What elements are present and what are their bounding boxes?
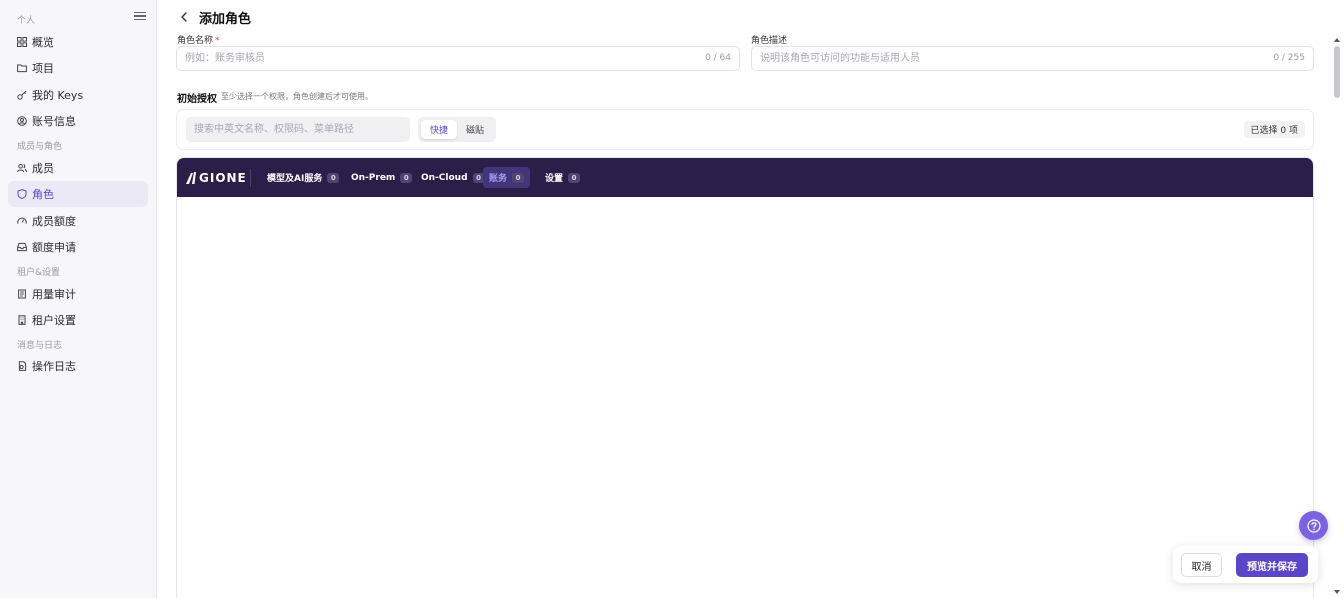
sidebar-item-label: 用量审计 [32, 288, 76, 301]
sidebar-item-roles[interactable]: 角色 [8, 181, 148, 207]
sidebar-item-usage-audit[interactable]: 用量审计 [8, 281, 148, 307]
sidebar-item-label: 账号信息 [32, 115, 76, 128]
menu-tab-count: 0 [400, 172, 413, 183]
role-desc-input[interactable] [752, 47, 1201, 70]
mode-switch: 快捷 磁贴 [418, 117, 496, 142]
required-mark: * [215, 36, 220, 46]
shield-icon [17, 189, 27, 199]
sidebar-collapse-icon[interactable] [134, 10, 146, 22]
question-icon [1306, 518, 1321, 533]
menu-tab-count: 0 [327, 172, 340, 183]
menu-preview: GIONE 模型及AI服务 0 On-Prem 0 On-Cloud 0 账务 0 设置… [176, 157, 1314, 598]
menu-tab-on-cloud[interactable]: On-Cloud 0 [415, 167, 491, 188]
menu-tab-count: 0 [568, 172, 581, 183]
help-button[interactable] [1299, 511, 1328, 540]
logo-text: GIONE [199, 171, 247, 185]
inbox-icon [17, 242, 27, 252]
scroll-icon [17, 289, 27, 299]
menu-tab-label: 账务 [489, 174, 508, 184]
preview-save-button[interactable]: 预览并保存 [1236, 553, 1308, 577]
sidebar-item-my-keys[interactable]: 我的 Keys [8, 82, 148, 108]
sidebar-section-tenant: 租户&设置 [17, 268, 61, 278]
role-name-label-text: 角色名称 [177, 36, 214, 46]
sidebar-item-label: 额度申请 [32, 241, 76, 254]
permissions-title: 初始授权 [177, 94, 217, 105]
menu-divider [250, 169, 251, 187]
sidebar-item-label: 角色 [32, 188, 54, 201]
mode-paste-button[interactable]: 磁贴 [457, 120, 493, 139]
back-icon[interactable] [178, 10, 190, 24]
menu-tab-billing[interactable]: 账务 0 [483, 167, 531, 188]
sidebar-item-member-quota[interactable]: 成员额度 [8, 208, 148, 234]
user-circle-icon [17, 116, 27, 126]
scrollbar-thumb[interactable] [1334, 46, 1340, 98]
sidebar-item-overview[interactable]: 概览 [8, 29, 148, 55]
sidebar-item-members[interactable]: 成员 [8, 155, 148, 181]
sidebar-item-projects[interactable]: 项目 [8, 55, 148, 81]
gauge-icon [17, 216, 27, 226]
role-name-input[interactable] [177, 47, 627, 70]
role-name-field[interactable]: 0 / 64 [176, 46, 740, 71]
sidebar-item-label: 我的 Keys [32, 89, 84, 102]
menu-tab-count: 0 [512, 172, 525, 183]
building-icon [17, 315, 27, 325]
key-icon [17, 90, 27, 100]
sidebar: 个人 概览 项目 我的 Keys 账号信息 成员与角色 成员 角色 成员额度 额… [0, 0, 157, 598]
sidebar-section-personal: 个人 [17, 16, 36, 26]
role-desc-label: 角色描述 [751, 36, 788, 46]
sidebar-item-label: 操作日志 [32, 360, 76, 373]
sidebar-item-label: 租户设置 [32, 314, 76, 327]
menu-bar: GIONE 模型及AI服务 0 On-Prem 0 On-Cloud 0 账务 0 设置… [177, 158, 1313, 197]
menu-tab-on-prem[interactable]: On-Prem 0 [345, 167, 418, 188]
menu-tab-settings[interactable]: 设置 0 [539, 167, 586, 188]
page-title: 添加角色 [199, 12, 252, 27]
sidebar-item-label: 成员 [32, 162, 54, 175]
sidebar-item-quota-request[interactable]: 额度申请 [8, 234, 148, 260]
permission-search-panel: 快捷 磁贴 已选择 0 项 [176, 109, 1314, 150]
role-name-label: 角色名称 * [177, 33, 220, 46]
menu-tab-label: On-Cloud [421, 172, 468, 183]
users-icon [17, 163, 27, 173]
cancel-button[interactable]: 取消 [1181, 553, 1222, 577]
sidebar-section-members: 成员与角色 [17, 142, 63, 152]
sidebar-section-logs: 消息与日志 [17, 341, 63, 351]
role-name-counter: 0 / 64 [705, 53, 731, 63]
role-desc-field[interactable]: 0 / 255 [751, 46, 1314, 71]
selected-count-badge: 已选择 0 项 [1243, 121, 1305, 138]
grid-icon [17, 37, 27, 47]
permission-search-input[interactable] [186, 117, 410, 142]
role-desc-counter: 0 / 255 [1273, 53, 1305, 63]
log-icon [17, 361, 27, 371]
logo: GIONE [185, 170, 247, 186]
sidebar-item-tenant-settings[interactable]: 租户设置 [8, 307, 148, 333]
footer-actions: 取消 预览并保存 [1173, 546, 1318, 583]
menu-tab-label: On-Prem [351, 172, 396, 183]
logo-mark-icon [186, 172, 196, 184]
sidebar-item-label: 项目 [32, 62, 54, 75]
menu-tab-label: 模型及AI服务 [267, 174, 323, 184]
folder-icon [17, 63, 27, 73]
sidebar-item-account-info[interactable]: 账号信息 [8, 108, 148, 134]
sidebar-item-label: 概览 [32, 36, 54, 49]
mode-quick-button[interactable]: 快捷 [421, 120, 457, 139]
sidebar-item-operation-logs[interactable]: 操作日志 [8, 353, 148, 379]
menu-tab-label: 设置 [545, 174, 564, 184]
scroll-up-arrow-icon[interactable] [1330, 34, 1344, 44]
permissions-hint: 至少选择一个权限，角色创建后才可使用。 [221, 92, 373, 101]
sidebar-item-label: 成员额度 [32, 215, 76, 228]
scroll-down-arrow-icon[interactable] [1330, 586, 1344, 596]
menu-tab-models[interactable]: 模型及AI服务 0 [261, 167, 345, 188]
